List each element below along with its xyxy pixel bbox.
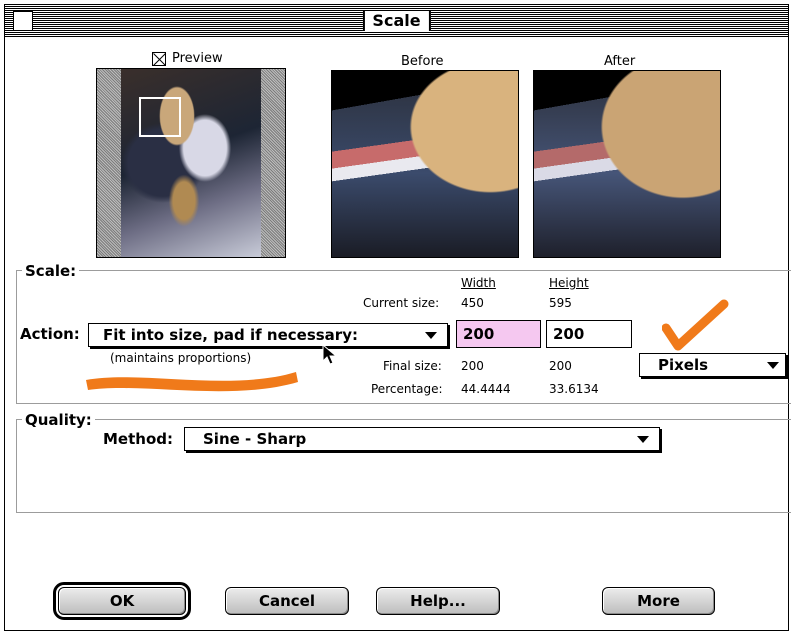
chevron-down-icon: [637, 436, 649, 443]
action-popup[interactable]: Fit into size, pad if necessary:: [88, 323, 448, 347]
after-image: [533, 70, 721, 258]
final-width-value: 200: [461, 359, 484, 373]
quality-group-title: Quality:: [22, 411, 95, 429]
current-size-label: Current size:: [363, 296, 440, 310]
orange-checkmark-annotation: [662, 299, 729, 351]
window-title: Scale: [362, 11, 431, 31]
preview-image: [121, 69, 261, 257]
percentage-label: Percentage:: [371, 382, 443, 396]
current-height-value: 595: [549, 296, 572, 310]
height-field[interactable]: 200: [546, 320, 632, 348]
cancel-button[interactable]: Cancel: [225, 587, 349, 615]
more-button[interactable]: More: [602, 587, 715, 615]
help-button[interactable]: Help...: [376, 587, 500, 615]
chevron-down-icon: [767, 362, 779, 369]
action-label: Action:: [20, 325, 80, 343]
orange-underline-annotation: [86, 372, 298, 392]
final-height-value: 200: [549, 359, 572, 373]
preview-label: Preview: [172, 51, 223, 66]
before-label: Before: [401, 54, 444, 69]
method-popup[interactable]: Sine - Sharp: [184, 427, 660, 451]
units-popup-value: Pixels: [658, 356, 709, 374]
width-field[interactable]: 200: [456, 320, 541, 348]
before-image: [331, 70, 519, 258]
preview-selection-rect[interactable]: [139, 97, 181, 137]
scale-group-title: Scale:: [22, 262, 80, 280]
height-header: Height: [549, 276, 589, 290]
close-box[interactable]: [13, 11, 33, 31]
action-popup-value: Fit into size, pad if necessary:: [103, 326, 358, 344]
chevron-down-icon: [425, 332, 437, 339]
ok-button[interactable]: OK: [53, 582, 191, 620]
after-label: After: [604, 54, 636, 69]
preview-thumbnail[interactable]: [96, 68, 286, 258]
current-width-value: 450: [461, 296, 484, 310]
method-label: Method:: [103, 430, 173, 448]
final-size-label: Final size:: [383, 359, 442, 373]
preview-checkbox[interactable]: [152, 52, 166, 66]
title-bar[interactable]: Scale: [5, 5, 788, 37]
method-popup-value: Sine - Sharp: [203, 430, 307, 448]
percentage-width-value: 44.4444: [461, 382, 511, 396]
units-popup[interactable]: Pixels: [639, 353, 786, 377]
width-header: Width: [461, 276, 496, 290]
mouse-pointer-icon: [322, 344, 338, 365]
percentage-height-value: 33.6134: [549, 382, 599, 396]
